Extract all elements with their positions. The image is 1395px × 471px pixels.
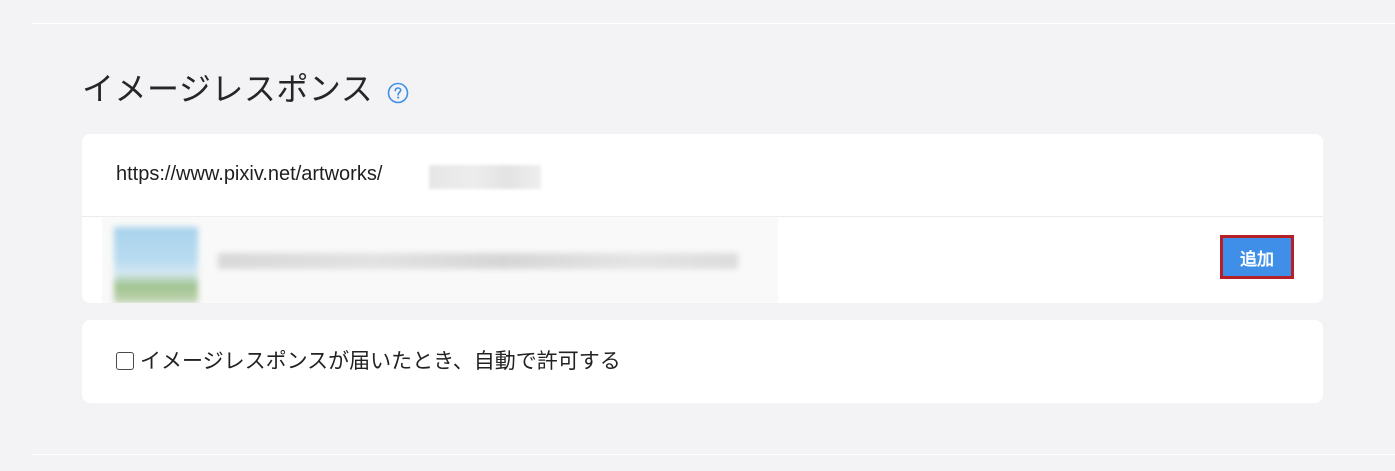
image-response-url-card: https://www.pixiv.net/artworks/ 追加 <box>82 134 1323 303</box>
auto-allow-option[interactable]: イメージレスポンスが届いたとき、自動で許可する <box>116 347 621 375</box>
section-divider-bottom <box>32 454 1395 455</box>
redacted-artwork-id <box>429 165 541 189</box>
section-title: イメージレスポンス <box>82 70 374 108</box>
section-divider-top <box>32 23 1395 24</box>
preview-thumbnail <box>114 227 198 303</box>
auto-allow-checkbox[interactable] <box>116 352 134 370</box>
question-circle-icon[interactable] <box>387 82 409 104</box>
link-preview <box>102 217 778 303</box>
redacted-preview-title <box>218 253 738 269</box>
add-button[interactable]: 追加 <box>1220 235 1294 279</box>
section-header: イメージレスポンス <box>82 67 409 111</box>
auto-allow-card: イメージレスポンスが届いたとき、自動で許可する <box>82 320 1323 403</box>
auto-allow-label: イメージレスポンスが届いたとき、自動で許可する <box>140 349 621 373</box>
url-input[interactable]: https://www.pixiv.net/artworks/ <box>116 163 382 186</box>
